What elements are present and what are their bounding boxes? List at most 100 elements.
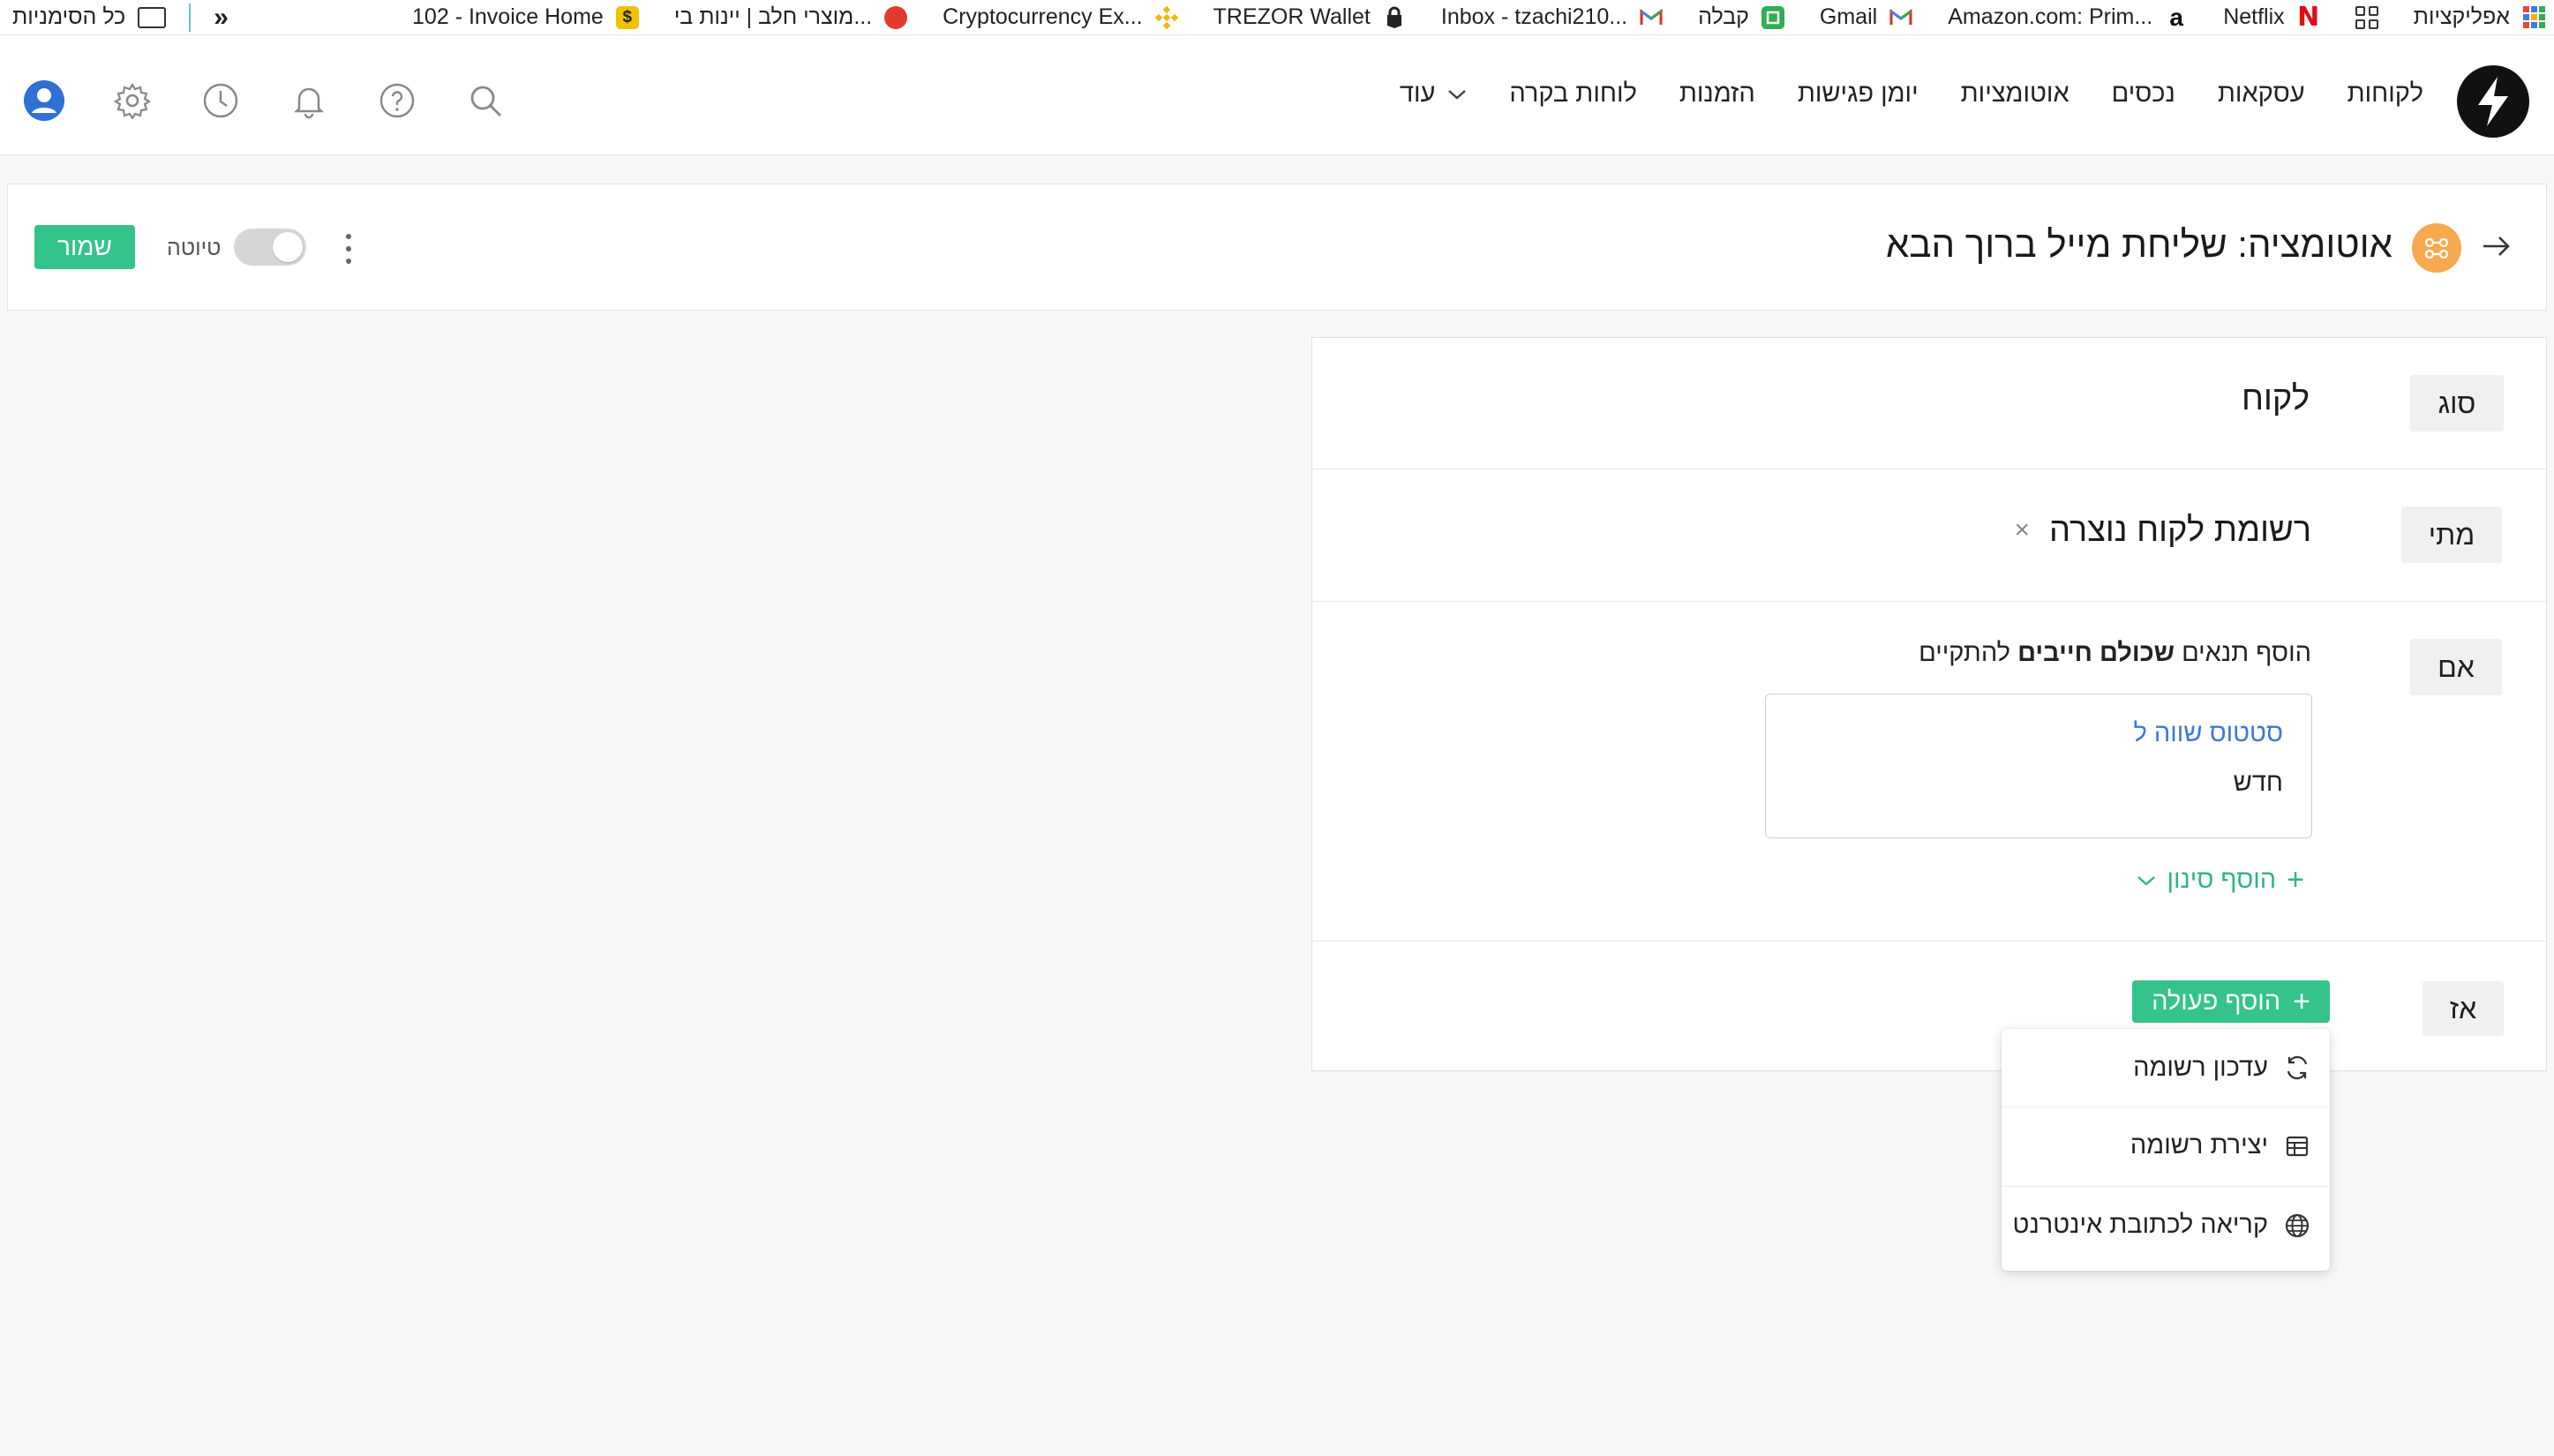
nav-more-label: עוד [1399, 79, 1436, 108]
type-row: סוג לקוח [1312, 338, 2546, 469]
chevron-down-icon [2137, 875, 2156, 886]
nav-item-dashboards[interactable]: לוחות בקרה [1509, 79, 1637, 109]
nav-item-orders[interactable]: הזמנות [1679, 79, 1755, 109]
trezor-icon [1383, 6, 1406, 29]
menu-item-label: יצירת רשומה [2130, 1131, 2268, 1160]
binance-icon [1154, 5, 1178, 29]
apps-grid-icon [2522, 5, 2545, 29]
settings-icon[interactable] [111, 79, 154, 122]
nav-item-more[interactable]: עוד [1400, 79, 1467, 109]
bookmark-item[interactable]: 102 - Invoice Home $ [412, 4, 639, 30]
nav-item-deals[interactable]: עסקאות [2218, 79, 2305, 109]
receipt-icon [1761, 5, 1784, 29]
avatar-icon[interactable] [23, 79, 65, 122]
amazon-icon: a [2169, 3, 2183, 31]
bookmark-label: Cryptocurrency Ex... [943, 4, 1143, 29]
type-label: סוג [2410, 375, 2504, 432]
bookmarks-divider [189, 3, 192, 32]
bookmark-item[interactable]: Netflix N [2223, 2, 2319, 33]
add-action-button[interactable]: + הוסף פעולה [2132, 980, 2330, 1023]
more-options-icon[interactable] [340, 234, 357, 264]
draft-label: טיוטה [167, 236, 222, 260]
toggle-knob [273, 232, 303, 262]
nav-item-calendar[interactable]: יומן פגישות [1798, 79, 1919, 109]
if-label: אם [2410, 639, 2502, 695]
table-icon [2284, 1133, 2310, 1160]
logo-icon [2478, 77, 2508, 126]
then-label: אז [2423, 981, 2504, 1036]
then-row: אז + הוסף פעולה [1312, 942, 2546, 1072]
bookmark-label: Inbox - tzachi210... [1440, 4, 1628, 29]
automation-builder: סוג לקוח מתי רשומת לקוח נוצרה × אם הוסף … [1311, 337, 2547, 1071]
type-value[interactable]: לקוח [2242, 380, 2310, 418]
back-arrow-icon[interactable] [2479, 229, 2514, 264]
bookmark-item[interactable]: קבלה [1698, 4, 1784, 30]
menu-item-webhook[interactable]: קריאה לכתובת אינטרנט [2002, 1186, 2330, 1264]
conditions-title-suffix: להתקיים [1919, 639, 2010, 667]
app-logo[interactable] [2457, 65, 2529, 138]
bookmark-item[interactable]: Amazon.com: Prim... a [1948, 3, 2188, 31]
plus-icon: + [2287, 863, 2304, 897]
conditions-title: הוסף תנאים שכולם חייבים להתקיים [1919, 639, 2311, 668]
trigger-value[interactable]: רשומת לקוח נוצרה [2049, 512, 2311, 550]
menu-item-update-record[interactable]: עדכון רשומה [2002, 1029, 2330, 1107]
bookmark-label: TREZOR Wallet [1213, 4, 1371, 29]
clear-trigger-icon[interactable]: × [2014, 515, 2030, 545]
automation-icon [2412, 223, 2461, 273]
gmail-icon [1889, 6, 1912, 29]
bookmark-label: אפליקציות [2413, 4, 2510, 29]
add-filter-label: הוסף סינון [2167, 866, 2277, 894]
folder-icon [138, 6, 167, 28]
draft-toggle[interactable] [234, 229, 306, 266]
bookmark-label: 102 - Invoice Home [412, 4, 604, 29]
globe-icon [2284, 1212, 2310, 1239]
dollar-icon: $ [615, 5, 639, 29]
clock-icon[interactable] [199, 79, 242, 122]
refresh-icon [2284, 1054, 2310, 1081]
automation-header: אוטומציה: שליחת מייל ברוך הבא טיוטה שמור [7, 184, 2547, 311]
bookmark-item[interactable] [2355, 5, 2378, 29]
condition-card[interactable]: סטטוס שווה ל חדש [1765, 694, 2312, 838]
search-icon[interactable] [464, 79, 507, 122]
top-navigation: לקוחות עסקאות נכסים אוטומציות יומן פגישו… [0, 35, 2554, 155]
add-filter-button[interactable]: + הוסף סינון [2137, 863, 2304, 897]
action-menu: עדכון רשומה יצירת רשומה קריאה לכתובת אינ… [2002, 1029, 2330, 1271]
nav-icons [23, 79, 507, 122]
bookmark-item[interactable]: Gmail [1820, 4, 1912, 30]
bookmark-label: Netflix [2223, 4, 2285, 29]
all-bookmarks-label: כל הסימניות [12, 4, 126, 29]
bookmark-label: Gmail [1819, 4, 1878, 29]
menu-item-label: עדכון רשומה [2133, 1053, 2268, 1082]
nav-item-customers[interactable]: לקוחות [2347, 79, 2423, 109]
bookmark-item[interactable]: אפליקציות [2414, 4, 2545, 30]
bookmark-item[interactable]: Cryptocurrency Ex... [943, 4, 1178, 30]
bell-icon[interactable] [288, 79, 330, 122]
gmail-icon [1640, 6, 1663, 29]
save-button[interactable]: שמור [34, 225, 135, 269]
condition-field[interactable]: סטטוס שווה ל [2133, 719, 2283, 748]
help-icon[interactable] [376, 79, 418, 122]
bookmarks-right: אפליקציות Netflix N Amazon.com: Prim... … [412, 2, 2545, 33]
menu-item-label: קריאה לכתובת אינטרנט [2012, 1211, 2268, 1239]
automation-title[interactable]: אוטומציה: שליחת מייל ברוך הבא [1886, 223, 2392, 266]
conditions-title-bold: שכולם חייבים [2017, 639, 2175, 667]
when-row: מתי רשומת לקוח נוצרה × [1312, 469, 2546, 602]
bookmark-item[interactable]: TREZOR Wallet [1213, 4, 1406, 30]
nav-item-assets[interactable]: נכסים [2112, 79, 2175, 109]
nav-item-automations[interactable]: אוטומציות [1961, 79, 2069, 109]
bookmarks-overflow-button[interactable]: » [214, 3, 229, 33]
conditions-title-prefix: הוסף תנאים [2182, 639, 2311, 667]
bookmark-label: מוצרי חלב | יינות בי... [673, 4, 873, 29]
all-bookmarks-button[interactable]: כל הסימניות [12, 4, 167, 30]
bookmark-item[interactable]: Inbox - tzachi210... [1441, 4, 1663, 30]
nav-menu: לקוחות עסקאות נכסים אוטומציות יומן פגישו… [1400, 79, 2423, 109]
bookmark-item[interactable]: מוצרי חלב | יינות בי... [673, 4, 908, 30]
plus-icon: + [2293, 984, 2310, 1018]
bookmarks-left: כל הסימניות » [12, 3, 229, 33]
condition-value[interactable]: חדש [2234, 769, 2283, 798]
menu-item-create-record[interactable]: יצירת רשומה [2002, 1107, 2330, 1184]
when-label: מתי [2401, 507, 2502, 563]
bookmark-label: קבלה [1698, 4, 1749, 29]
dairy-icon [884, 5, 908, 29]
bookmarks-bar: כל הסימניות » אפליקציות Netflix N Amazon… [0, 0, 2554, 35]
